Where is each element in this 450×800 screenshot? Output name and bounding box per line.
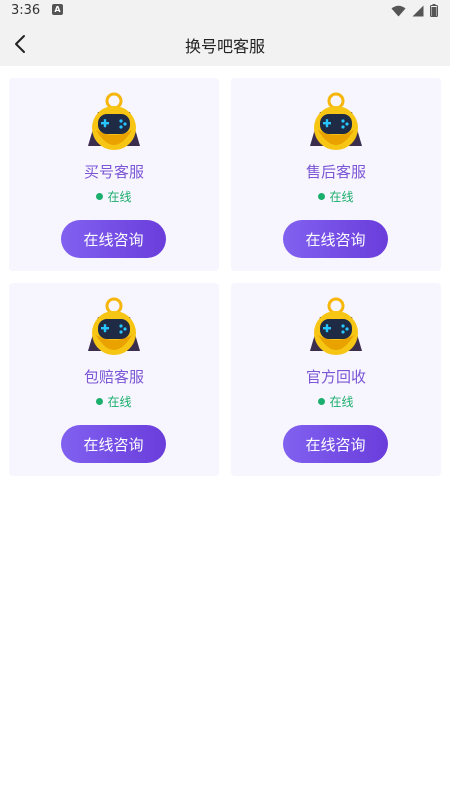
consult-button[interactable]: 在线咨询 (61, 425, 166, 463)
robot-gamepad-icon (88, 297, 140, 355)
service-card: 买号客服 在线 在线咨询 (9, 78, 219, 271)
online-status: 在线 (231, 393, 441, 410)
service-card: 售后客服 在线 在线咨询 (231, 78, 441, 271)
robot-gamepad-icon (310, 92, 362, 150)
signal-icon (412, 5, 424, 16)
app-notification-icon: A (52, 4, 63, 15)
card-title: 买号客服 (83, 163, 144, 181)
online-status: 在线 (9, 393, 219, 410)
online-dot-icon (96, 193, 104, 200)
online-status-text: 在线 (329, 395, 354, 409)
consult-button[interactable]: 在线咨询 (283, 425, 388, 463)
battery-icon (430, 4, 438, 17)
robot-gamepad-icon (88, 92, 140, 150)
page-title: 换号吧客服 (184, 37, 265, 56)
online-status-text: 在线 (107, 395, 132, 409)
wifi-icon (391, 5, 406, 16)
robot-gamepad-icon (310, 297, 362, 355)
consult-button[interactable]: 在线咨询 (283, 220, 388, 258)
card-title: 官方回收 (305, 368, 366, 386)
online-dot-icon (318, 193, 326, 200)
app-bar: 换号吧客服 (0, 22, 450, 66)
card-title: 售后客服 (305, 163, 366, 181)
status-icons (391, 4, 438, 17)
card-title: 包赔客服 (83, 368, 144, 386)
online-status-text: 在线 (107, 190, 132, 204)
online-status: 在线 (9, 188, 219, 205)
online-status-text: 在线 (329, 190, 354, 204)
online-status: 在线 (231, 188, 441, 205)
consult-button[interactable]: 在线咨询 (61, 220, 166, 258)
service-card: 官方回收 在线 在线咨询 (231, 283, 441, 476)
online-dot-icon (96, 398, 104, 405)
online-dot-icon (318, 398, 326, 405)
status-time: 3:36 (11, 3, 41, 18)
status-bar: 3:36 A (0, 0, 450, 22)
service-card: 包赔客服 在线 在线咨询 (9, 283, 219, 476)
